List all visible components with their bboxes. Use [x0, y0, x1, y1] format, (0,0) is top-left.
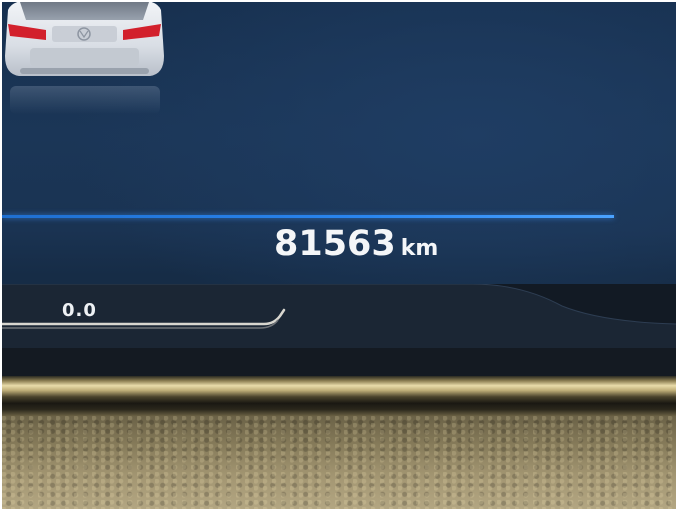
- instrument-cluster-photo: 81563 km 0.0: [2, 2, 676, 509]
- car-rear-icon: [5, 2, 164, 76]
- digital-cluster-display: 81563 km 0.0: [2, 2, 676, 382]
- odometer-value: 81563: [274, 224, 396, 264]
- odometer-readout: 81563 km: [274, 224, 438, 264]
- odometer-unit: km: [400, 236, 439, 261]
- trip-value: 0.0: [62, 300, 97, 321]
- lower-panel-shape: [2, 284, 676, 382]
- progress-line: [2, 215, 614, 218]
- car-reflection: [10, 86, 160, 114]
- dashboard-surface: [2, 416, 676, 509]
- cluster-bezel: [2, 376, 676, 416]
